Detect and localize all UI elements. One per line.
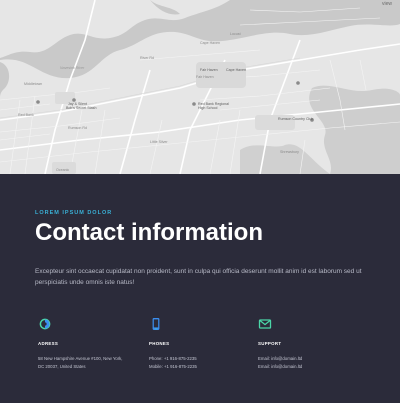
map-label: Shrewsbury	[280, 150, 299, 154]
location-pin-icon	[39, 318, 51, 330]
map-label: Red Bank	[18, 113, 34, 117]
map-pin-icon[interactable]	[36, 100, 40, 104]
map-pin-icon[interactable]	[296, 81, 300, 85]
address-column: ADRESS 58 New Hampshire Avenue #100, New…	[38, 317, 143, 371]
phones-text: Phone: +1 916-875-2235 Mobile: +1 916-87…	[149, 355, 254, 371]
map-label: High School	[198, 106, 218, 110]
phone-line[interactable]: Mobile: +1 916-875-2235	[149, 363, 254, 371]
phone-icon	[152, 318, 160, 330]
map-label: Fair Haven	[200, 68, 218, 72]
address-text: 58 New Hampshire Avenue #100, New York, …	[38, 355, 143, 371]
contact-section: LOREM IPSUM DOLOR Contact information Ex…	[0, 174, 400, 403]
address-title: ADRESS	[38, 341, 59, 346]
phones-title: PHONES	[149, 341, 170, 346]
phone-line[interactable]: Phone: +1 916-875-2235	[149, 355, 254, 363]
support-title: SUPPORT	[258, 341, 282, 346]
envelope-icon	[258, 319, 272, 329]
map-label: Navesink River	[60, 66, 85, 70]
support-text: Email: info@domain.ltd Email: info@domai…	[258, 355, 363, 371]
address-line: DC 20037, United States	[38, 364, 86, 370]
map-embed[interactable]: view Cape Haven Fair Haven Cape Haven Fa…	[0, 0, 400, 174]
support-column: SUPPORT Email: info@domain.ltd Email: in…	[258, 317, 363, 371]
map-label: River Rd	[140, 56, 154, 60]
map-label: Middletown	[24, 82, 43, 86]
map-label: Bob's Secret Stash	[66, 106, 97, 110]
intro-text: Excepteur sint occaecat cupidatat non pr…	[35, 268, 362, 286]
map-pin-icon[interactable]	[192, 102, 196, 106]
map-label: Locust	[230, 32, 241, 36]
section-eyebrow: LOREM IPSUM DOLOR	[35, 210, 113, 216]
phones-column: PHONES Phone: +1 916-875-2235 Mobile: +1…	[149, 317, 254, 371]
map-label: Cape Haven	[226, 68, 246, 72]
page-title: Contact information	[35, 219, 263, 246]
map-label: Rumson Rd	[68, 126, 87, 130]
map-label: Fair Haven	[196, 75, 214, 79]
email-link[interactable]: Email: info@domain.ltd	[258, 355, 363, 363]
map-label: Cape Haven	[200, 41, 220, 45]
address-line: 58 New Hampshire Avenue #100, New York,	[38, 356, 123, 361]
map-label: view	[382, 1, 393, 7]
map-canvas[interactable]	[0, 0, 400, 174]
map-label: Oceanic	[56, 168, 70, 172]
map-label: Little Silver	[150, 140, 168, 144]
email-link[interactable]: Email: info@domain.ltd	[258, 363, 363, 371]
map-label: Rumson Country Club	[278, 117, 314, 121]
